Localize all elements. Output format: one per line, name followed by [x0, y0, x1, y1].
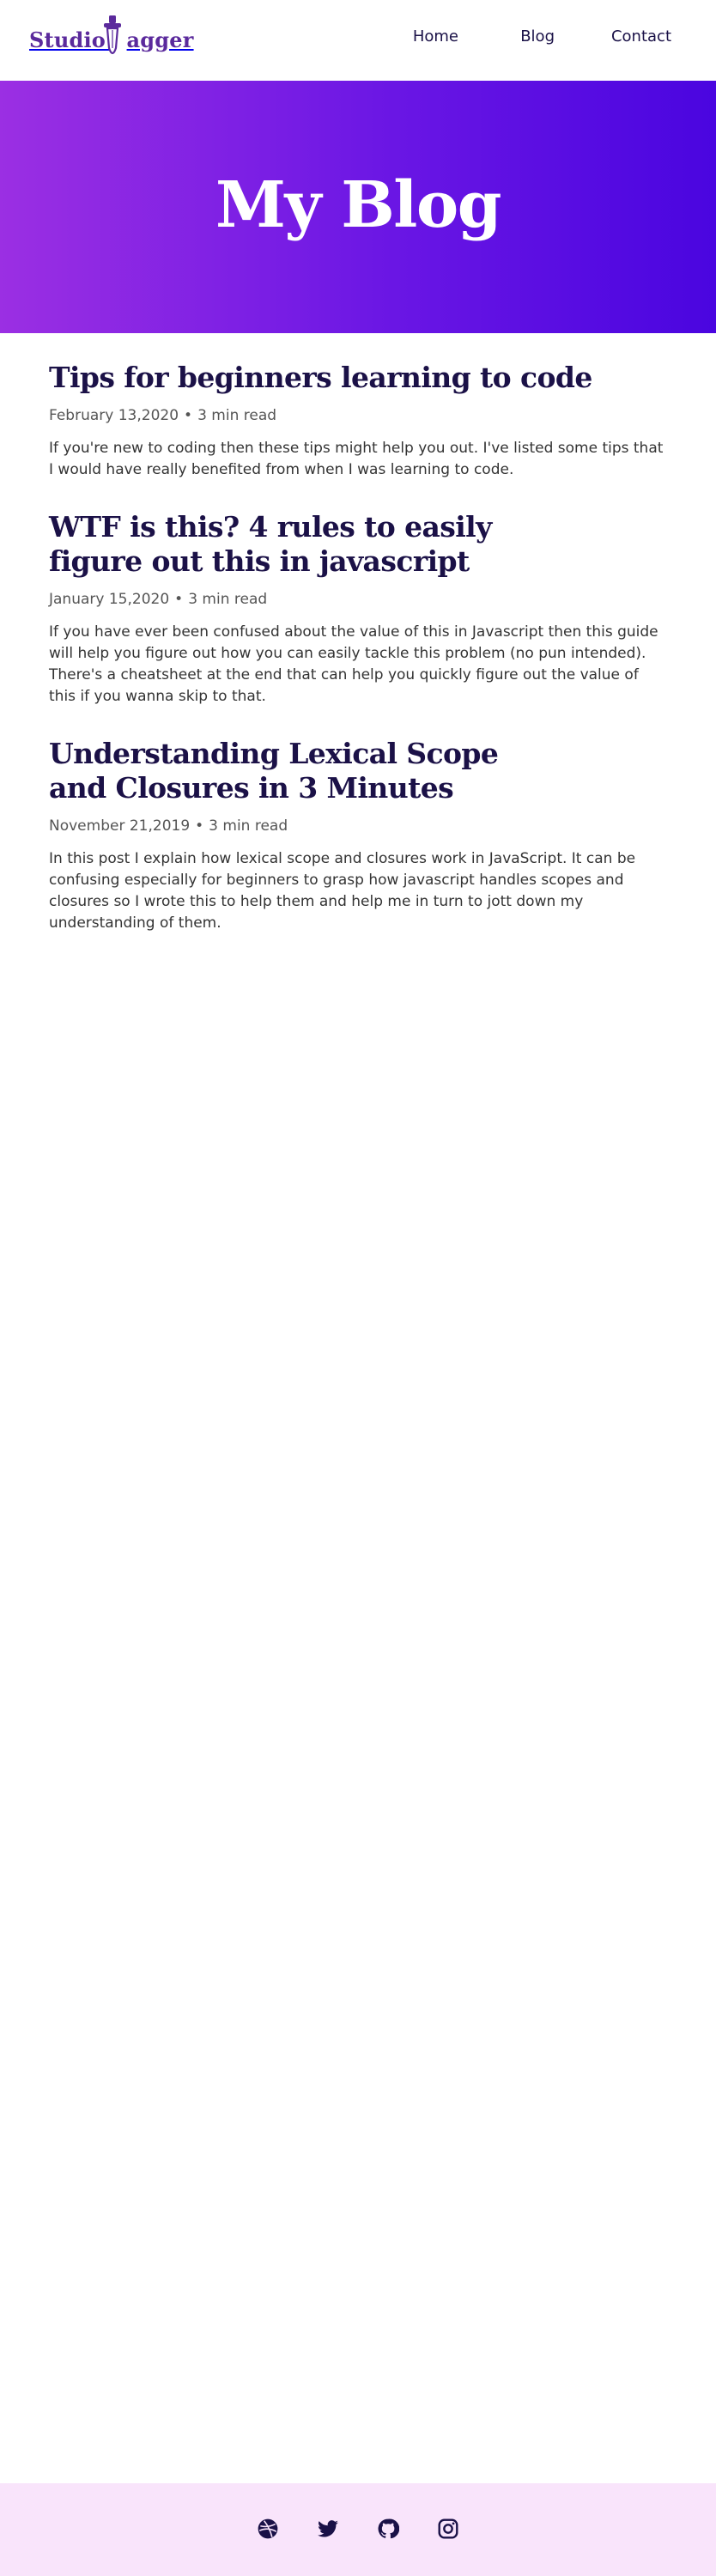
site-header: Studio agger Home Blog Contact [0, 0, 716, 81]
instagram-link[interactable] [437, 2518, 459, 2540]
twitter-link[interactable] [317, 2518, 339, 2540]
post-meta: February 13,2020 • 3 min read [49, 405, 667, 426]
meta-separator: • [195, 817, 204, 835]
social-links [0, 2518, 716, 2540]
post-date: January 15,2020 [49, 591, 170, 608]
site-footer [0, 2483, 716, 2576]
post-excerpt: If you have ever been confused about the… [49, 623, 658, 705]
post-date: November 21,2019 [49, 817, 191, 835]
instagram-icon [438, 2518, 458, 2539]
post-item: Tips for beginners learning to code Febr… [49, 361, 667, 481]
nav-blog-link[interactable]: Blog [520, 27, 555, 46]
post-read-time: 3 min read [197, 407, 277, 424]
logo-text-studio: Studio [29, 27, 106, 52]
post-excerpt: If you're new to coding then these tips … [49, 440, 664, 478]
post-date: February 13,2020 [49, 407, 179, 424]
post-read-time: 3 min read [209, 817, 288, 835]
page-title: My Blog [215, 168, 501, 242]
nav-contact-link[interactable]: Contact [611, 27, 671, 46]
post-list: Tips for beginners learning to code Febr… [49, 361, 667, 963]
dribbble-link[interactable] [257, 2518, 279, 2540]
github-icon [378, 2518, 399, 2539]
logo-text-agger: agger [126, 27, 194, 52]
meta-separator: • [174, 591, 184, 608]
hero-banner: My Blog [0, 81, 716, 333]
post-excerpt: In this post I explain how lexical scope… [49, 850, 636, 932]
post-title-link[interactable]: Tips for beginners learning to code [49, 361, 667, 395]
meta-separator: • [184, 407, 193, 424]
dagger-icon [104, 15, 121, 55]
dribbble-icon [258, 2518, 278, 2539]
post-title-link[interactable]: WTF is this? 4 rules to easily figure ou… [49, 510, 530, 579]
post-read-time: 3 min read [188, 591, 268, 608]
github-link[interactable] [377, 2518, 399, 2540]
post-item: Understanding Lexical Scope and Closures… [49, 737, 667, 934]
post-meta: January 15,2020 • 3 min read [49, 589, 667, 610]
post-title-link[interactable]: Understanding Lexical Scope and Closures… [49, 737, 530, 805]
post-item: WTF is this? 4 rules to easily figure ou… [49, 510, 667, 708]
logo-link[interactable]: Studio agger [29, 15, 194, 64]
nav-home-link[interactable]: Home [413, 27, 458, 46]
twitter-icon [318, 2520, 338, 2537]
post-meta: November 21,2019 • 3 min read [49, 816, 667, 836]
